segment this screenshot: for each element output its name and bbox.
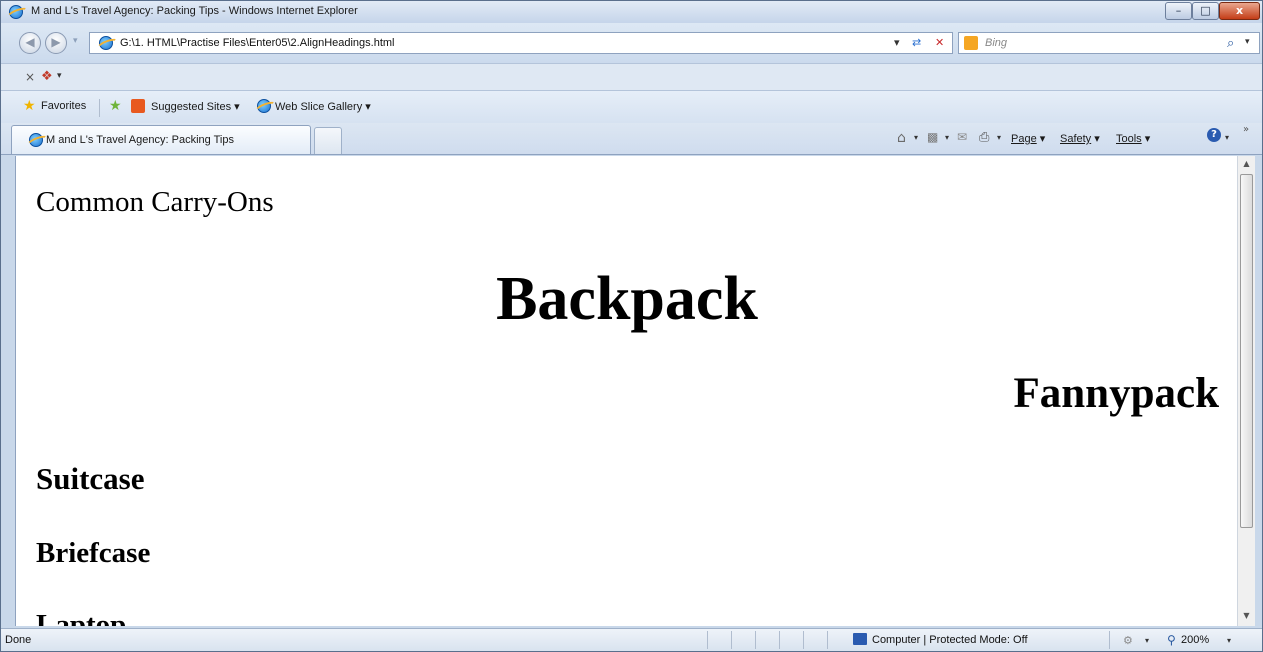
vertical-scrollbar[interactable]: ▲ ▼ [1237,156,1255,626]
separator [707,631,708,649]
tab-row: M and L's Travel Agency: Packing Tips ⌂ … [1,123,1262,155]
toolbar-row: × ❖ ▾ [1,63,1262,91]
status-bar: Done Computer | Protected Mode: Off ⚙ ▾ … [1,628,1262,651]
protected-mode-dropdown-icon[interactable]: ▾ [1145,636,1149,645]
scroll-up-arrow-icon[interactable]: ▲ [1238,159,1255,168]
forward-arrow-icon: ▶ [51,35,61,49]
separator [827,631,828,649]
internet-explorer-icon [9,5,23,19]
heading-briefcase: Briefcase [36,537,151,569]
separator [803,631,804,649]
protected-mode-icon[interactable]: ⚙ [1123,634,1133,647]
zoom-dropdown-icon[interactable]: ▾ [1227,636,1231,645]
web-slice-icon [257,99,271,113]
refresh-icon[interactable]: ⇄ [912,36,921,49]
safety-menu-label: Safety [1060,133,1092,145]
separator [779,631,780,649]
web-slice-gallery-link[interactable]: Web Slice Gallery ▾ [275,100,371,113]
print-dropdown-icon[interactable]: ▾ [997,133,1001,142]
heading-laptop: Laptop [36,609,127,626]
scrollbar-thumb[interactable] [1240,174,1253,528]
minimize-icon: – [1175,4,1182,17]
tab-packing-tips[interactable]: M and L's Travel Agency: Packing Tips [11,125,311,154]
back-button[interactable]: ◀ [19,32,41,54]
forward-button[interactable]: ▶ [45,32,67,54]
zoom-level[interactable]: 200% [1181,634,1209,646]
help-dropdown-icon[interactable]: ▾ [1225,133,1229,142]
page-menu-label: Page [1011,133,1037,145]
history-dropdown-icon[interactable]: ▾ [73,36,78,46]
add-favorite-icon[interactable]: ★ [109,98,122,114]
tab-label: M and L's Travel Agency: Packing Tips [46,134,234,146]
heading-suitcase: Suitcase [36,461,145,496]
url-text[interactable]: G:\1. HTML\Practise Files\Enter05\2.Alig… [120,37,395,49]
translate-dropdown-icon[interactable]: ▾ [57,71,62,81]
computer-icon [853,633,867,645]
security-zone[interactable]: Computer | Protected Mode: Off [872,634,1028,646]
suggested-sites-icon [131,99,145,113]
scroll-down-arrow-icon[interactable]: ▼ [1238,611,1255,620]
close-button[interactable]: x [1219,2,1260,20]
close-icon: x [1235,4,1244,17]
heading-fannypack: Fannypack [1013,370,1219,417]
search-box[interactable]: Bing ⌕ ▾ [958,32,1260,54]
favorites-star-icon: ★ [23,98,36,114]
address-dropdown-icon[interactable]: ▾ [894,36,900,49]
new-tab-button[interactable] [314,127,342,154]
home-icon[interactable]: ⌂ [897,130,906,146]
tab-page-icon [29,133,43,147]
window-title: M and L's Travel Agency: Packing Tips - … [31,5,358,17]
search-options-icon[interactable]: ▾ [1245,37,1250,47]
status-text: Done [5,634,32,646]
feeds-icon[interactable]: ▩ [927,130,938,144]
page-content: Common Carry-Ons Backpack Fannypack Suit… [15,156,1237,626]
toolbar-close-icon[interactable]: × [25,70,35,84]
separator [99,99,100,117]
mail-icon[interactable]: ✉ [957,130,967,144]
window-frame-edge [1255,156,1262,626]
favorites-bar: ★ Favorites ★ Suggested Sites ▾ Web Slic… [1,91,1262,123]
tools-menu[interactable]: Tools ▾ [1116,132,1150,145]
heading-backpack: Backpack [496,265,758,333]
browser-window: M and L's Travel Agency: Packing Tips - … [0,0,1263,652]
maximize-icon: □ [1200,4,1211,17]
separator [755,631,756,649]
page-menu[interactable]: Page ▾ [1011,132,1045,145]
search-icon[interactable]: ⌕ [1227,36,1234,51]
minimize-button[interactable]: – [1165,2,1192,20]
separator [731,631,732,649]
bing-icon [964,36,978,50]
back-arrow-icon: ◀ [25,35,35,49]
home-dropdown-icon[interactable]: ▾ [914,133,918,142]
suggested-sites-link[interactable]: Suggested Sites ▾ [151,100,240,113]
translate-icon[interactable]: ❖ [41,69,53,84]
maximize-button[interactable]: □ [1192,2,1219,20]
separator [1109,631,1110,649]
page-icon [99,36,113,50]
print-icon[interactable]: ⎙ [979,130,989,145]
safety-menu[interactable]: Safety ▾ [1060,132,1100,145]
address-box[interactable]: G:\1. HTML\Practise Files\Enter05\2.Alig… [89,32,953,54]
tools-menu-label: Tools [1116,133,1142,145]
feeds-dropdown-icon[interactable]: ▾ [945,133,949,142]
address-row: ◀ ▶ ▾ G:\1. HTML\Practise Files\Enter05\… [1,23,1262,63]
title-bar: M and L's Travel Agency: Packing Tips - … [1,1,1262,23]
heading-common-carry-ons: Common Carry-Ons [36,186,274,218]
help-icon[interactable]: ? [1207,128,1221,142]
favorites-button[interactable]: Favorites [41,100,86,112]
stop-icon[interactable]: ✕ [935,36,944,49]
zoom-icon[interactable]: ⚲ [1167,633,1176,647]
search-input[interactable]: Bing [985,37,1007,49]
more-commands-icon[interactable]: » [1243,124,1249,135]
